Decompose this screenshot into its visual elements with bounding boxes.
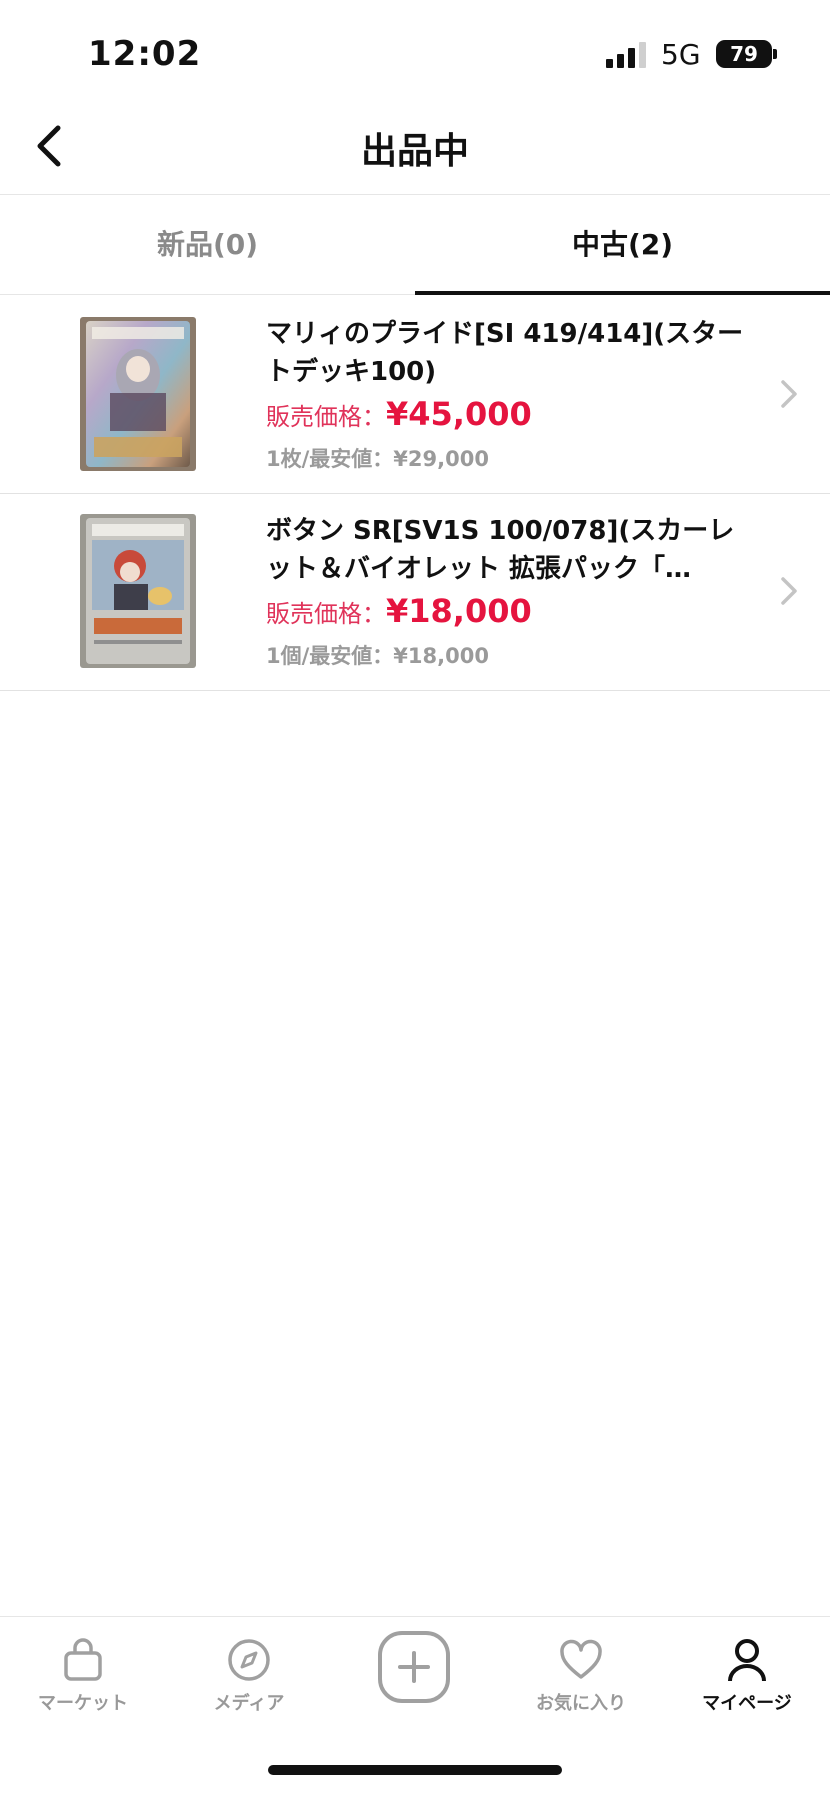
tab-label: お気に入り xyxy=(536,1693,626,1714)
price-row: 販売価格：¥18,000 xyxy=(266,592,532,636)
listing-title: マリィのプライド[SI 419/414](スタートデッキ100) xyxy=(266,319,744,387)
chevron-right-icon xyxy=(781,577,797,605)
tab-media[interactable]: メディア xyxy=(166,1617,332,1727)
heart-icon xyxy=(560,1639,602,1679)
home-indicator xyxy=(268,1765,562,1775)
listing-item[interactable]: ボタン SR[SV1S 100/078](スカーレット＆バイオレット 拡張パック… xyxy=(0,494,830,691)
person-icon xyxy=(728,1639,766,1682)
tab-used[interactable]: 中古(2) xyxy=(415,195,830,295)
price-row: 販売価格：¥45,000 xyxy=(266,395,532,439)
battery-cap xyxy=(773,49,777,59)
lowest-price: 1枚/最安値：¥29,000 xyxy=(266,447,489,471)
network-type: 5G xyxy=(661,38,701,71)
compass-icon xyxy=(228,1639,270,1681)
condition-tabs: 新品(0) 中古(2) xyxy=(0,195,830,295)
price-label: 販売価格： xyxy=(266,600,386,628)
battery-icon: 79 xyxy=(716,40,772,68)
lowest-price: 1個/最安値：¥18,000 xyxy=(266,644,489,668)
price-label: 販売価格： xyxy=(266,403,386,431)
price-value: ¥18,000 xyxy=(386,592,532,630)
plus-icon xyxy=(398,1651,430,1683)
chevron-right-icon xyxy=(781,380,797,408)
shopping-bag-icon xyxy=(64,1638,102,1681)
tab-new[interactable]: 新品(0) xyxy=(0,195,415,295)
active-tab-indicator xyxy=(415,291,830,295)
tab-label: マイページ xyxy=(702,1693,792,1714)
listing-list: マリィのプライド[SI 419/414](スタートデッキ100) 販売価格：¥4… xyxy=(0,297,830,691)
listing-title: ボタン SR[SV1S 100/078](スカーレット＆バイオレット 拡張パック… xyxy=(266,516,735,584)
add-listing-button[interactable] xyxy=(378,1631,450,1703)
status-bar: 12:02 5G 79 xyxy=(0,0,830,100)
status-time: 12:02 xyxy=(88,34,202,74)
listing-item[interactable]: マリィのプライド[SI 419/414](スタートデッキ100) 販売価格：¥4… xyxy=(0,297,830,494)
tab-label: マーケット xyxy=(38,1693,128,1714)
tab-label: メディア xyxy=(213,1693,285,1714)
nav-header: 出品中 xyxy=(0,100,830,195)
card-thumbnail xyxy=(80,317,196,471)
page-title: 出品中 xyxy=(360,131,469,172)
tab-market[interactable]: マーケット xyxy=(0,1617,166,1727)
tab-favorites[interactable]: お気に入り xyxy=(498,1617,664,1727)
cellular-signal-icon xyxy=(606,42,650,68)
tab-mypage[interactable]: マイページ xyxy=(664,1617,830,1727)
card-thumbnail xyxy=(80,514,196,668)
price-value: ¥45,000 xyxy=(386,395,532,433)
